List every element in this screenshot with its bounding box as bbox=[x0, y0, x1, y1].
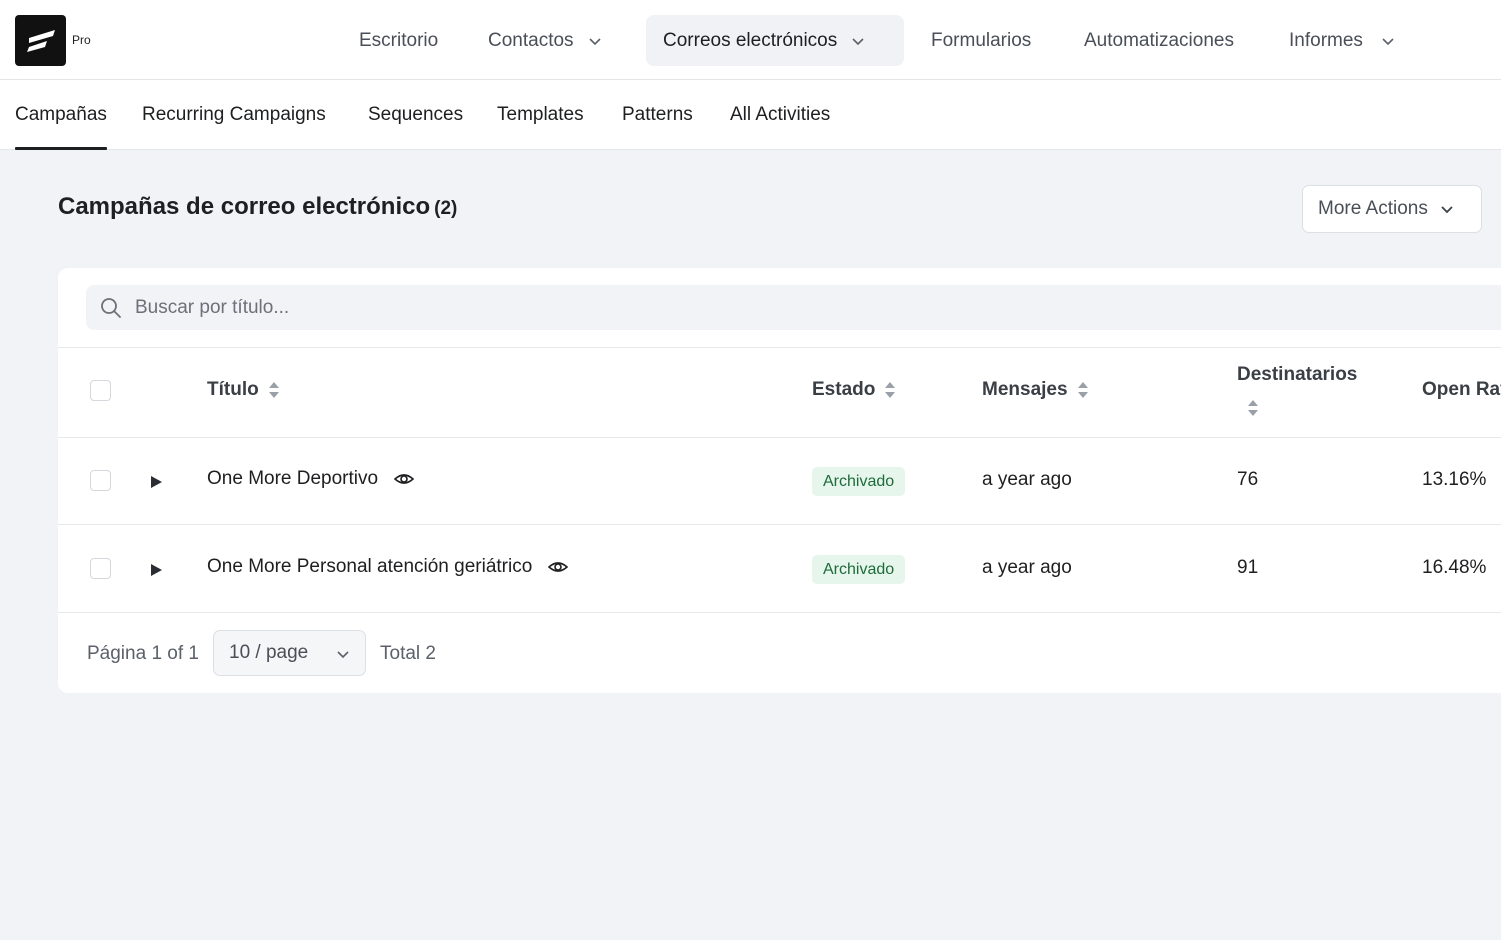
column-header-open-rate: Open Rate bbox=[1422, 379, 1501, 401]
nav-item-contactos[interactable]: Contactos bbox=[488, 15, 602, 66]
campaign-title[interactable]: One More Deportivo bbox=[207, 468, 415, 490]
row-checkbox[interactable] bbox=[90, 558, 111, 579]
status-badge: Archivado bbox=[812, 555, 906, 584]
campaign-title[interactable]: One More Personal atención geriátrico bbox=[207, 556, 569, 578]
search-icon bbox=[101, 298, 121, 318]
total-count: Total 2 bbox=[380, 643, 436, 664]
eye-icon[interactable] bbox=[394, 469, 415, 489]
tab-label: Recurring Campaigns bbox=[142, 103, 326, 125]
nav-item-automatizaciones[interactable]: Automatizaciones bbox=[1084, 15, 1234, 66]
campaign-count: (2) bbox=[434, 198, 458, 219]
tab-label: All Activities bbox=[730, 103, 831, 125]
tab-patterns[interactable]: Patterns bbox=[622, 80, 693, 149]
nav-item-label: Correos electrónicos bbox=[663, 29, 838, 51]
tab-templates[interactable]: Templates bbox=[497, 80, 584, 149]
column-header-recipients: Destinatarios bbox=[1237, 364, 1357, 386]
eye-icon[interactable] bbox=[548, 557, 569, 577]
chevron-down-icon bbox=[588, 37, 601, 45]
top-bar: Pro Escritorio Contactos Correos electró… bbox=[0, 0, 1501, 80]
nav-item-escritorio[interactable]: Escritorio bbox=[359, 15, 438, 66]
recipients-cell: 91 bbox=[1237, 557, 1259, 578]
column-header-status: Estado bbox=[812, 379, 896, 401]
chevron-down-icon bbox=[337, 651, 349, 659]
search-bar bbox=[86, 285, 1501, 330]
column-header-messages: Mensajes bbox=[982, 379, 1089, 401]
page-size-select[interactable]: 10 / page bbox=[213, 630, 366, 676]
main-nav: Escritorio Contactos Correos electrónico… bbox=[0, 15, 1501, 66]
page-title: Campañas de correo electrónico (2) bbox=[58, 193, 457, 221]
tab-label: Campañas bbox=[15, 103, 107, 125]
tab-recurring-campaigns[interactable]: Recurring Campaigns bbox=[142, 80, 326, 149]
expand-arrow-icon[interactable] bbox=[149, 475, 163, 489]
recipients-cell: 76 bbox=[1237, 469, 1259, 490]
nav-item-label: Escritorio bbox=[359, 29, 439, 51]
messages-cell: a year ago bbox=[982, 469, 1072, 490]
tab-label: Templates bbox=[497, 103, 584, 125]
expand-arrow-icon[interactable] bbox=[149, 563, 163, 577]
tab-label: Patterns bbox=[622, 103, 693, 125]
chevron-down-icon bbox=[1382, 37, 1394, 45]
sort-icon[interactable] bbox=[268, 381, 280, 399]
nav-item-label: Contactos bbox=[488, 29, 574, 51]
nav-item-label: Formularios bbox=[931, 29, 1032, 51]
column-header-label: Título bbox=[207, 379, 259, 400]
more-actions-button[interactable]: More Actions bbox=[1302, 185, 1482, 233]
open-rate-cell: 13.16% bbox=[1422, 469, 1487, 490]
campaign-title-text: One More Personal atención geriátrico bbox=[207, 556, 533, 577]
column-header-label: Estado bbox=[812, 379, 876, 400]
sort-icon[interactable] bbox=[1247, 399, 1259, 417]
tab-label: Sequences bbox=[368, 103, 464, 125]
more-actions-label: More Actions bbox=[1318, 198, 1428, 219]
page-title-text: Campañas de correo electrónico bbox=[58, 193, 431, 220]
nav-item-formularios[interactable]: Formularios bbox=[931, 15, 1031, 66]
search-input[interactable] bbox=[135, 285, 1435, 330]
divider bbox=[58, 524, 1501, 525]
chevron-down-icon bbox=[852, 37, 864, 45]
column-header-label: Open Rate bbox=[1422, 379, 1501, 400]
campaigns-card: Título Estado Mensajes Destinatarios Ope… bbox=[58, 268, 1501, 693]
tab-sequences[interactable]: Sequences bbox=[368, 80, 463, 149]
page-indicator: Página 1 of 1 bbox=[87, 643, 199, 664]
nav-item-label: Informes bbox=[1289, 29, 1363, 51]
nav-item-correos[interactable]: Correos electrónicos bbox=[646, 15, 904, 66]
nav-item-label: Automatizaciones bbox=[1084, 29, 1234, 51]
column-header-label: Destinatarios bbox=[1237, 364, 1358, 385]
select-all-checkbox[interactable] bbox=[90, 380, 111, 401]
sort-icon[interactable] bbox=[1077, 381, 1089, 399]
column-header-label: Mensajes bbox=[982, 379, 1068, 400]
status-badge: Archivado bbox=[812, 467, 906, 496]
divider bbox=[58, 437, 1501, 438]
nav-item-informes[interactable]: Informes bbox=[1289, 15, 1395, 66]
row-checkbox[interactable] bbox=[90, 470, 111, 491]
divider bbox=[58, 612, 1501, 613]
tab-campanas[interactable]: Campañas bbox=[15, 80, 107, 150]
chevron-down-icon bbox=[1441, 206, 1453, 214]
divider bbox=[58, 347, 1501, 348]
open-rate-cell: 16.48% bbox=[1422, 557, 1487, 578]
column-header-title: Título bbox=[207, 379, 280, 401]
sort-icon[interactable] bbox=[884, 381, 896, 399]
page-size-value: 10 / page bbox=[229, 642, 309, 663]
tab-all-activities[interactable]: All Activities bbox=[730, 80, 830, 149]
messages-cell: a year ago bbox=[982, 557, 1072, 578]
sub-nav: Campañas Recurring Campaigns Sequences T… bbox=[0, 80, 1501, 150]
campaign-title-text: One More Deportivo bbox=[207, 468, 379, 489]
